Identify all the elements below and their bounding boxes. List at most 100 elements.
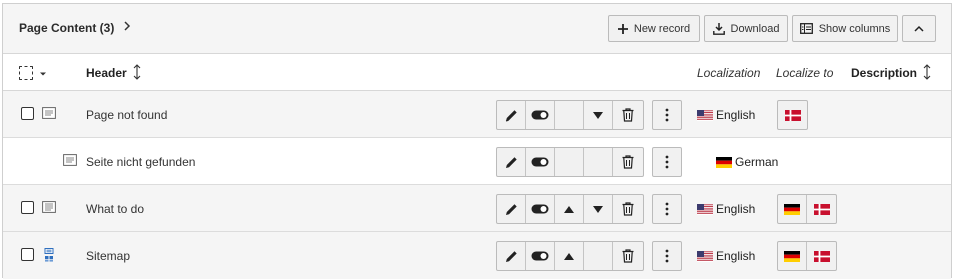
trash-icon bbox=[622, 202, 634, 216]
row-action-group bbox=[496, 147, 644, 177]
localize-german-button[interactable] bbox=[778, 195, 807, 223]
new-record-button[interactable]: New record bbox=[608, 15, 700, 42]
move-down-button[interactable] bbox=[584, 195, 613, 223]
flag-dk-icon bbox=[813, 203, 830, 215]
language-indicator: German bbox=[716, 155, 778, 169]
pencil-icon bbox=[505, 156, 517, 168]
more-options-button[interactable] bbox=[652, 147, 682, 177]
sort-icon[interactable] bbox=[133, 64, 141, 83]
flag-us-icon bbox=[697, 109, 713, 121]
caret-down-icon[interactable] bbox=[39, 67, 47, 81]
localize-german-button[interactable] bbox=[778, 242, 807, 270]
localize-danish-button[interactable] bbox=[778, 101, 807, 129]
localize-danish-button[interactable] bbox=[807, 195, 836, 223]
localize-to-group bbox=[777, 194, 837, 224]
select-all-checkbox[interactable] bbox=[19, 66, 33, 80]
content-element-icon bbox=[42, 201, 56, 216]
new-record-label: New record bbox=[633, 22, 691, 35]
edit-button[interactable] bbox=[497, 195, 526, 223]
column-header-localize-to: Localize to bbox=[776, 66, 834, 80]
move-down-button-disabled bbox=[584, 148, 613, 176]
edit-button[interactable] bbox=[497, 101, 526, 129]
toggle-visibility-button[interactable] bbox=[526, 101, 555, 129]
more-options-button[interactable] bbox=[652, 194, 682, 224]
pencil-icon bbox=[505, 250, 517, 262]
more-options-button[interactable] bbox=[652, 241, 682, 271]
pencil-icon bbox=[505, 109, 517, 121]
download-label: Download bbox=[730, 22, 780, 35]
localize-danish-button[interactable] bbox=[807, 242, 836, 270]
localize-to-group bbox=[777, 241, 837, 271]
move-up-button-disabled bbox=[555, 101, 584, 129]
toggle-icon bbox=[531, 251, 549, 261]
delete-button[interactable] bbox=[613, 148, 643, 176]
triangle-down-icon bbox=[593, 111, 603, 119]
delete-button[interactable] bbox=[613, 195, 643, 223]
row-action-group bbox=[496, 194, 644, 224]
toggle-visibility-button[interactable] bbox=[526, 195, 555, 223]
content-element-icon bbox=[42, 107, 56, 122]
toggle-visibility-button[interactable] bbox=[526, 148, 555, 176]
row-checkbox[interactable] bbox=[21, 248, 34, 261]
flag-us-icon bbox=[697, 203, 713, 215]
flag-de-icon bbox=[784, 250, 800, 262]
chevron-up-icon bbox=[914, 25, 924, 33]
flag-us-icon bbox=[697, 250, 713, 262]
download-button[interactable]: Download bbox=[704, 15, 788, 42]
more-options-button[interactable] bbox=[652, 100, 682, 130]
show-columns-button[interactable]: Show columns bbox=[792, 15, 898, 42]
move-up-button[interactable] bbox=[555, 195, 584, 223]
delete-button[interactable] bbox=[613, 242, 643, 270]
row-header-text[interactable]: Seite nicht gefunden bbox=[86, 155, 195, 169]
row-action-group bbox=[496, 241, 644, 271]
sitemap-icon bbox=[42, 248, 56, 265]
triangle-up-icon bbox=[564, 205, 574, 213]
table-row: What to do English bbox=[3, 185, 951, 232]
show-columns-label: Show columns bbox=[818, 22, 891, 35]
row-action-group bbox=[496, 100, 644, 130]
trash-icon bbox=[622, 155, 634, 169]
edit-button[interactable] bbox=[497, 148, 526, 176]
column-header-localization: Localization bbox=[697, 66, 761, 80]
toggle-icon bbox=[531, 157, 549, 167]
table-row: Page not found English bbox=[3, 91, 951, 138]
move-down-button[interactable] bbox=[584, 101, 613, 129]
language-indicator: English bbox=[697, 202, 755, 216]
trash-icon bbox=[622, 249, 634, 263]
delete-button[interactable] bbox=[613, 101, 643, 129]
sort-icon[interactable] bbox=[923, 64, 931, 83]
table-row: Seite nicht gefunden German bbox=[3, 138, 951, 185]
dots-vertical-icon bbox=[665, 249, 669, 263]
toggle-icon bbox=[531, 110, 549, 120]
toggle-icon bbox=[531, 204, 549, 214]
page-content-panel: Page Content (3) New record Download Sho… bbox=[2, 3, 952, 279]
collapse-button[interactable] bbox=[902, 15, 936, 42]
row-header-text[interactable]: Page not found bbox=[86, 108, 167, 122]
plus-icon bbox=[617, 23, 628, 34]
column-header-header[interactable]: Header bbox=[86, 66, 127, 80]
flag-dk-icon bbox=[784, 109, 801, 121]
table-row: Sitemap English bbox=[3, 232, 951, 279]
chevron-right-icon[interactable] bbox=[122, 19, 132, 35]
panel-title[interactable]: Page Content (3) bbox=[19, 21, 114, 35]
edit-button[interactable] bbox=[497, 242, 526, 270]
move-down-button-disabled bbox=[584, 242, 613, 270]
language-indicator: English bbox=[697, 249, 755, 263]
download-icon bbox=[712, 22, 725, 35]
language-label: English bbox=[716, 108, 756, 122]
column-header-description[interactable]: Description bbox=[851, 66, 917, 80]
language-label: English bbox=[716, 202, 756, 216]
localize-to-group bbox=[777, 100, 808, 130]
toggle-visibility-button[interactable] bbox=[526, 242, 555, 270]
row-header-text[interactable]: Sitemap bbox=[86, 249, 130, 263]
row-header-text[interactable]: What to do bbox=[86, 202, 144, 216]
row-checkbox[interactable] bbox=[21, 201, 34, 214]
move-up-button[interactable] bbox=[555, 242, 584, 270]
dots-vertical-icon bbox=[665, 108, 669, 122]
table-header-row: Header Localization Localize to Descript… bbox=[3, 54, 951, 91]
language-label: German bbox=[735, 155, 779, 169]
row-checkbox[interactable] bbox=[21, 107, 34, 120]
trash-icon bbox=[622, 108, 634, 122]
triangle-up-icon bbox=[564, 252, 574, 260]
panel-header: Page Content (3) New record Download Sho… bbox=[3, 4, 951, 54]
